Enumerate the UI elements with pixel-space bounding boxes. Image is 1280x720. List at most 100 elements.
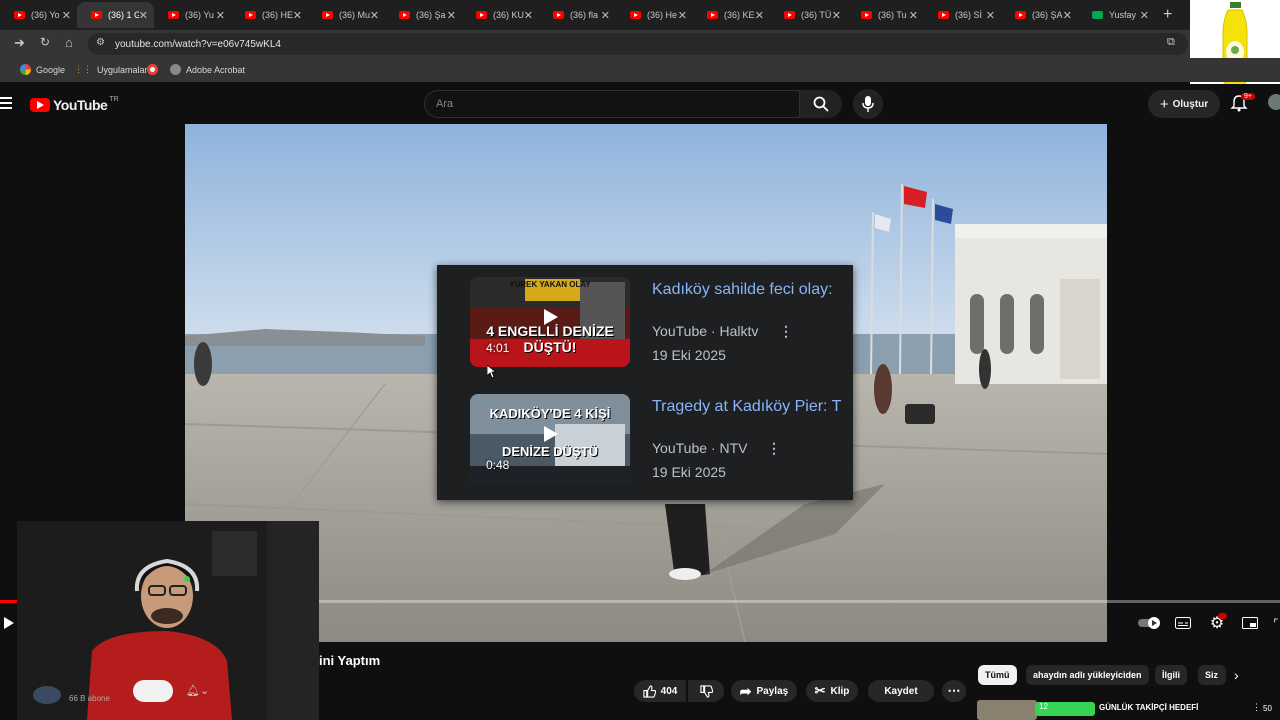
browser-tab[interactable]: (36) Tu ✕ [847,2,924,28]
browser-tab[interactable]: (36) fla ✕ [539,2,616,28]
more-actions-button[interactable]: ⋯ [942,680,966,702]
tab-close-icon[interactable]: ✕ [216,9,225,22]
result-card[interactable]: YÜREK YAKAN OLAY 4 ENGELLİ DENİZE DÜŞTÜ!… [437,273,853,381]
tab-close-icon[interactable]: ✕ [678,9,687,22]
bookmark-apps[interactable]: ⋮⋮ Uygulamalar [74,64,148,75]
youtube-play-icon [30,98,50,112]
clip-button[interactable]: ✂ Klip [806,680,858,702]
thumb-caption-top: KADIKÖY'DE 4 KİŞİ [489,406,611,421]
play-icon [544,426,558,442]
scissors-icon: ✂ [814,683,826,698]
result-title-link[interactable]: Kadıköy sahilde feci olay: [652,281,833,299]
play-button[interactable] [0,614,18,632]
chip-for-you[interactable]: Siz [1198,665,1226,685]
more-options-icon[interactable]: ⋮ [1252,702,1261,713]
youtube-logo[interactable]: YouTube TR [30,96,119,113]
subscriber-count: 66 B abone [69,694,110,703]
reload-icon[interactable]: ↻ [40,35,50,49]
youtube-favicon-icon [1015,11,1026,19]
tab-close-icon[interactable]: ✕ [524,9,533,22]
browser-tab[interactable]: (36) 1 G ✕ [77,2,154,28]
site-settings-icon[interactable]: ⚙ [96,37,105,48]
like-button[interactable]: 404 [634,680,686,702]
browser-tab[interactable]: (36) HE ✕ [231,2,308,28]
browser-tab[interactable]: (36) ŞA ✕ [1001,2,1078,28]
browser-tab[interactable]: (36) TÜ ✕ [770,2,847,28]
menu-icon[interactable] [0,97,12,109]
dislike-button[interactable] [688,680,724,702]
search-box[interactable] [424,90,800,118]
chip-related[interactable]: İlgili [1155,665,1187,685]
site-favicon-icon [1092,11,1103,19]
browser-tab[interactable]: (36) He ✕ [616,2,693,28]
tab-close-icon[interactable]: ✕ [447,9,456,22]
autoplay-toggle[interactable] [1138,614,1162,632]
tab-close-icon[interactable]: ✕ [139,9,148,22]
more-options-icon[interactable]: ⋮ [767,440,781,457]
related-video-item[interactable]: 12 GÜNLÜK TAKİPÇİ HEDEFİ ⋮ 50 [977,700,1280,720]
tab-close-icon[interactable]: ✕ [370,9,379,22]
bell-dropdown-icon[interactable]: 🔔︎⌄ [186,684,209,697]
create-button[interactable]: + Oluştur [1148,90,1220,118]
tab-label: (36) TÜ [801,10,832,20]
chip-uploader[interactable]: ahaydın adlı yükleyiciden [1026,665,1149,685]
fullscreen-button[interactable]: ⌜ [1272,614,1280,632]
browser-tab[interactable]: Yusfay ✕ [1078,2,1155,28]
related-thumbnail[interactable] [977,700,1037,720]
browser-tab[interactable]: (36) Mu ✕ [308,2,385,28]
notification-count-badge: 9+ [1241,93,1255,100]
result-card[interactable]: KADIKÖY'DE 4 KİŞİ DENİZE DÜŞTÜ 0:48 Trag… [437,390,853,498]
save-button[interactable]: Kaydet [868,680,934,702]
account-avatar[interactable] [1268,94,1280,110]
tab-close-icon[interactable]: ✕ [909,9,918,22]
more-options-icon[interactable]: ⋮ [779,323,793,340]
tab-close-icon[interactable]: ✕ [832,9,841,22]
forward-icon[interactable]: ➜ [14,35,25,51]
subscribe-button[interactable] [133,680,173,702]
tab-label: (36) KU [493,10,524,20]
bookmark-adobe[interactable]: Adobe Acrobat [170,64,245,75]
browser-tab[interactable]: (36) Sİ ✕ [924,2,1001,28]
clip-label: Klip [830,685,850,697]
bookmark-google[interactable]: Google [20,64,65,75]
tab-close-icon[interactable]: ✕ [755,9,764,22]
miniplayer-icon [1242,617,1258,629]
share-button[interactable]: ➦ Paylaş [731,680,797,702]
browser-tab[interactable]: (36) Şa ✕ [385,2,462,28]
subtitles-icon [1175,617,1191,629]
chevron-right-icon[interactable]: › [1234,667,1239,683]
result-thumbnail[interactable]: YÜREK YAKAN OLAY 4 ENGELLİ DENİZE DÜŞTÜ!… [470,277,630,367]
browser-tab[interactable]: (36) Yo ✕ [0,2,77,28]
search-input[interactable] [425,91,799,117]
browser-tab[interactable]: (36) Yu ✕ [154,2,231,28]
more-horizontal-icon: ⋯ [947,683,961,698]
tab-close-icon[interactable]: ✕ [986,9,995,22]
bookmark-label: Uygulamalar [97,64,148,75]
autoplay-icon [1138,617,1160,629]
tab-close-icon[interactable]: ✕ [1063,9,1072,22]
search-button[interactable] [800,90,842,118]
voice-search-button[interactable] [853,89,883,119]
home-icon[interactable]: ⌂ [65,35,73,50]
tab-close-icon[interactable]: ✕ [1140,9,1149,22]
youtube-favicon-icon [630,11,641,19]
chip-all[interactable]: Tümü [978,665,1017,685]
browser-tab[interactable]: (36) KE ✕ [693,2,770,28]
plus-icon: + [1159,95,1169,113]
browser-tab[interactable]: (36) KU ✕ [462,2,539,28]
new-tab-icon[interactable]: + [1163,6,1172,24]
channel-avatar[interactable] [33,686,61,704]
result-title-link[interactable]: Tragedy at Kadıköy Pier: T [652,398,841,416]
subtitles-button[interactable] [1174,614,1192,632]
tab-close-icon[interactable]: ✕ [601,9,610,22]
install-app-icon[interactable]: ⧉ [1167,36,1175,49]
thumbs-up-icon [643,684,656,698]
bookmark-placeholder[interactable] [147,64,158,75]
tab-close-icon[interactable]: ✕ [293,9,302,22]
tab-label: (36) He [647,10,678,20]
result-thumbnail[interactable]: KADIKÖY'DE 4 KİŞİ DENİZE DÜŞTÜ 0:48 [470,394,630,484]
play-icon [4,617,14,629]
tab-close-icon[interactable]: ✕ [62,9,71,22]
miniplayer-button[interactable] [1241,614,1259,632]
url-text[interactable]: youtube.com/watch?v=e06v745wKL4 [115,39,281,50]
